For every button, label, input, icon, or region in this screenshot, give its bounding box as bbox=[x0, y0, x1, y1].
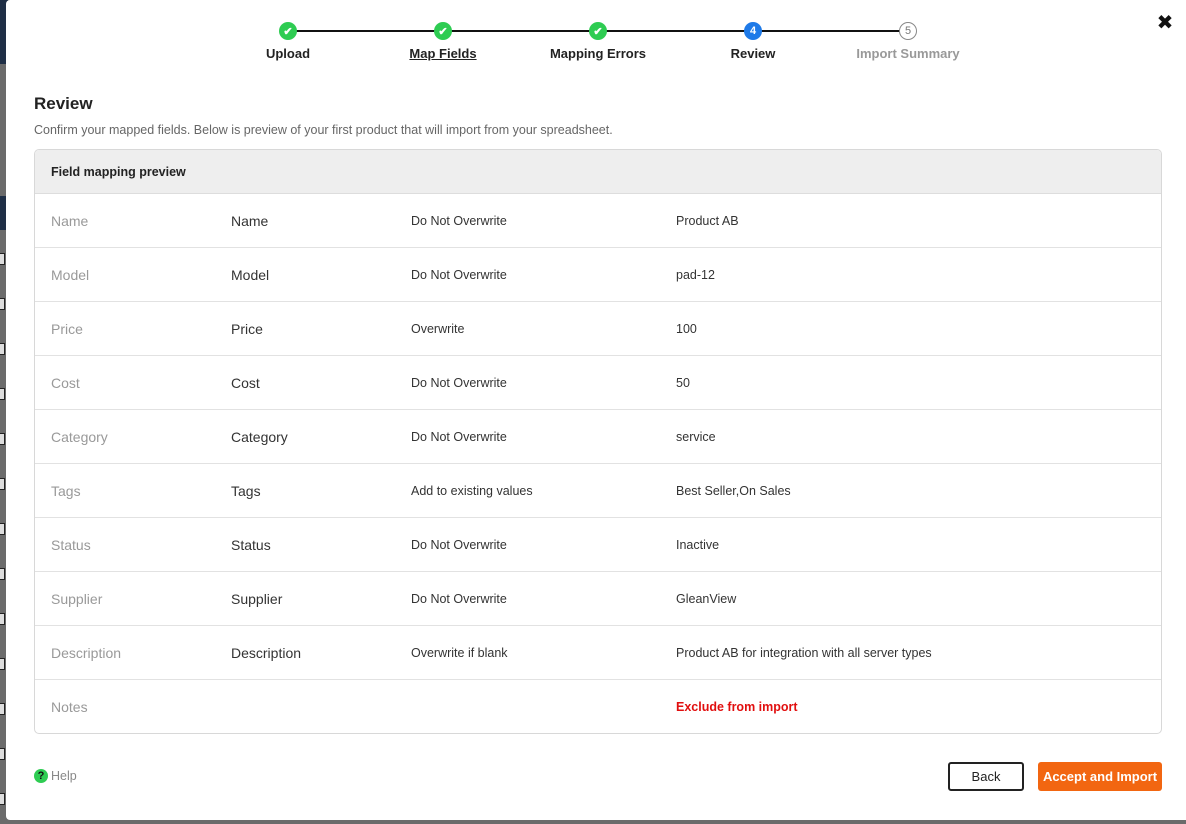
background-checkbox bbox=[0, 703, 5, 715]
source-field: Category bbox=[51, 429, 108, 445]
table-row: Name Name Do Not Overwrite Product AB bbox=[35, 194, 1161, 248]
preview-value: 50 bbox=[676, 376, 690, 390]
overwrite-mode: Overwrite if blank bbox=[411, 646, 508, 660]
step-map-fields[interactable]: ✔ Map Fields bbox=[368, 22, 518, 61]
table-row: Tags Tags Add to existing values Best Se… bbox=[35, 464, 1161, 518]
preview-value: Product AB for integration with all serv… bbox=[676, 646, 932, 660]
preview-value: 100 bbox=[676, 322, 697, 336]
help-link[interactable]: ? Help bbox=[34, 769, 77, 783]
background-checkbox bbox=[0, 343, 5, 355]
help-label: Help bbox=[51, 769, 77, 783]
overwrite-mode: Overwrite bbox=[411, 322, 465, 336]
step-import-summary: 5 Import Summary bbox=[833, 22, 983, 61]
exclude-status: Exclude from import bbox=[676, 700, 798, 714]
background-checkbox bbox=[0, 478, 5, 490]
background-checkbox bbox=[0, 613, 5, 625]
source-field: Supplier bbox=[51, 591, 103, 607]
overwrite-mode: Do Not Overwrite bbox=[411, 376, 507, 390]
step-label[interactable]: Map Fields bbox=[368, 46, 518, 61]
target-field: Name bbox=[231, 213, 269, 229]
source-field: Model bbox=[51, 267, 90, 283]
overwrite-mode: Do Not Overwrite bbox=[411, 214, 507, 228]
page-subtitle: Confirm your mapped fields. Below is pre… bbox=[34, 123, 613, 137]
table-row: Model Model Do Not Overwrite pad-12 bbox=[35, 248, 1161, 302]
help-icon: ? bbox=[34, 769, 48, 783]
overwrite-mode: Add to existing values bbox=[411, 484, 533, 498]
table-row: Cost Cost Do Not Overwrite 50 bbox=[35, 356, 1161, 410]
table-row: Price Price Overwrite 100 bbox=[35, 302, 1161, 356]
table-heading: Field mapping preview bbox=[35, 150, 1161, 194]
background-checkbox bbox=[0, 523, 5, 535]
table-row: Category Category Do Not Overwrite servi… bbox=[35, 410, 1161, 464]
accept-and-import-button[interactable]: Accept and Import bbox=[1038, 762, 1162, 791]
background-checkbox bbox=[0, 748, 5, 760]
check-icon: ✔ bbox=[279, 22, 297, 40]
table-row: Notes Exclude from import bbox=[35, 680, 1161, 733]
step-number: 4 bbox=[744, 22, 762, 40]
source-field: Status bbox=[51, 537, 91, 553]
step-label: Import Summary bbox=[856, 46, 960, 61]
target-field: Category bbox=[231, 429, 288, 445]
source-field: Notes bbox=[51, 699, 88, 715]
source-field: Price bbox=[51, 321, 83, 337]
step-label: Review bbox=[730, 46, 776, 61]
step-label: Upload bbox=[265, 46, 311, 61]
field-mapping-table: Field mapping preview Name Name Do Not O… bbox=[34, 149, 1162, 734]
table-row: Status Status Do Not Overwrite Inactive bbox=[35, 518, 1161, 572]
target-field: Model bbox=[231, 267, 270, 283]
preview-value: pad-12 bbox=[676, 268, 715, 282]
page-title: Review bbox=[34, 94, 93, 113]
target-field: Tags bbox=[231, 483, 261, 499]
background-checkbox bbox=[0, 793, 5, 805]
step-upload: ✔ Upload bbox=[213, 22, 363, 61]
overwrite-mode: Do Not Overwrite bbox=[411, 592, 507, 606]
preview-value: Inactive bbox=[676, 538, 720, 552]
preview-value: Product AB bbox=[676, 214, 739, 228]
target-field: Status bbox=[231, 537, 271, 553]
source-field: Description bbox=[51, 645, 122, 661]
table-row: Supplier Supplier Do Not Overwrite Glean… bbox=[35, 572, 1161, 626]
target-field: Cost bbox=[231, 375, 260, 391]
source-field: Tags bbox=[51, 483, 81, 499]
source-field: Name bbox=[51, 213, 89, 229]
import-stepper: ✔ Upload ✔ Map Fields ✔ Mapping Errors 4… bbox=[6, 0, 1186, 80]
preview-value: service bbox=[676, 430, 716, 444]
preview-value: GleanView bbox=[676, 592, 737, 606]
background-checkbox bbox=[0, 568, 5, 580]
overwrite-mode: Do Not Overwrite bbox=[411, 538, 507, 552]
preview-value: Best Seller,On Sales bbox=[676, 484, 791, 498]
source-field: Cost bbox=[51, 375, 80, 391]
target-field: Description bbox=[231, 645, 302, 661]
overwrite-mode: Do Not Overwrite bbox=[411, 268, 507, 282]
overwrite-mode: Do Not Overwrite bbox=[411, 430, 507, 444]
background-checkbox bbox=[0, 658, 5, 670]
back-button[interactable]: Back bbox=[948, 762, 1024, 791]
step-review: 4 Review bbox=[678, 22, 828, 61]
check-icon: ✔ bbox=[434, 22, 452, 40]
import-modal: ✖ ✔ Upload ✔ Map Fields ✔ Mapping Errors… bbox=[6, 0, 1186, 820]
background-checkbox bbox=[0, 433, 5, 445]
background-checkbox bbox=[0, 298, 5, 310]
background-checkbox bbox=[0, 253, 5, 265]
table-row: Description Description Overwrite if bla… bbox=[35, 626, 1161, 680]
step-label: Mapping Errors bbox=[549, 46, 647, 61]
step-mapping-errors: ✔ Mapping Errors bbox=[523, 22, 673, 61]
target-field: Supplier bbox=[231, 591, 283, 607]
check-icon: ✔ bbox=[589, 22, 607, 40]
background-checkbox bbox=[0, 388, 5, 400]
step-number: 5 bbox=[899, 22, 917, 40]
target-field: Price bbox=[231, 321, 263, 337]
